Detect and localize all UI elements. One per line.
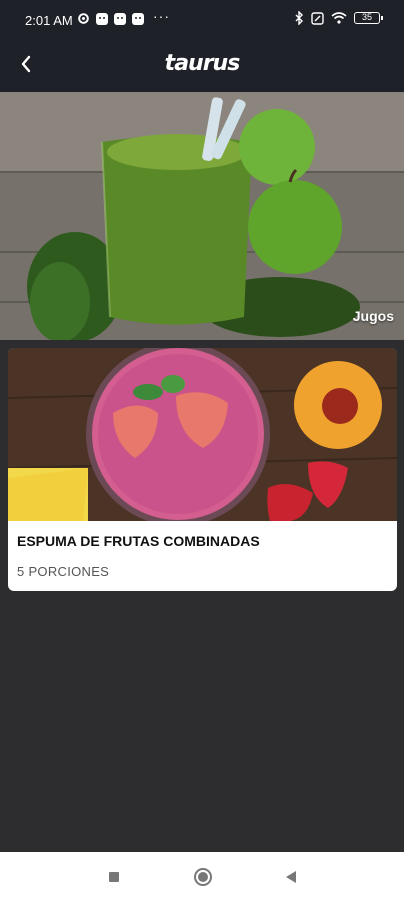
recipe-image [8,348,397,521]
recent-apps-icon [109,872,119,882]
discord-icon [132,12,144,25]
discord-icon [96,12,108,25]
recipe-card[interactable]: ESPUMA DE FRUTAS COMBINADAS 5 PORCIONES [8,348,397,591]
notification-icons: ··· [77,8,170,25]
recipe-servings: 5 PORCIONES [17,564,110,579]
system-icons: 35 [295,11,383,25]
sim-icon [311,11,324,25]
home-icon [194,868,212,886]
hero-image [0,92,404,340]
bluetooth-icon [295,11,303,25]
status-bar: 2:01 AM ··· 35 [0,0,404,36]
back-icon [286,871,296,883]
app-header: taurus [0,36,404,92]
system-nav-bar [0,852,404,900]
discord-icon [114,12,126,25]
status-time: 2:01 AM [25,13,73,28]
recipe-title: ESPUMA DE FRUTAS COMBINADAS [17,533,260,549]
settings-icon [78,13,89,24]
recent-apps-button[interactable] [103,866,125,888]
home-button[interactable] [192,866,214,888]
category-label: Jugos [352,308,394,324]
category-banner[interactable]: Jugos [0,92,404,340]
wifi-icon [331,12,347,24]
back-nav-button[interactable] [280,866,302,888]
brand-logo: taurus [164,51,241,76]
smoothie-illustration [8,348,397,521]
more-notifications-icon: ··· [153,7,170,24]
battery-icon: 35 [354,12,383,24]
